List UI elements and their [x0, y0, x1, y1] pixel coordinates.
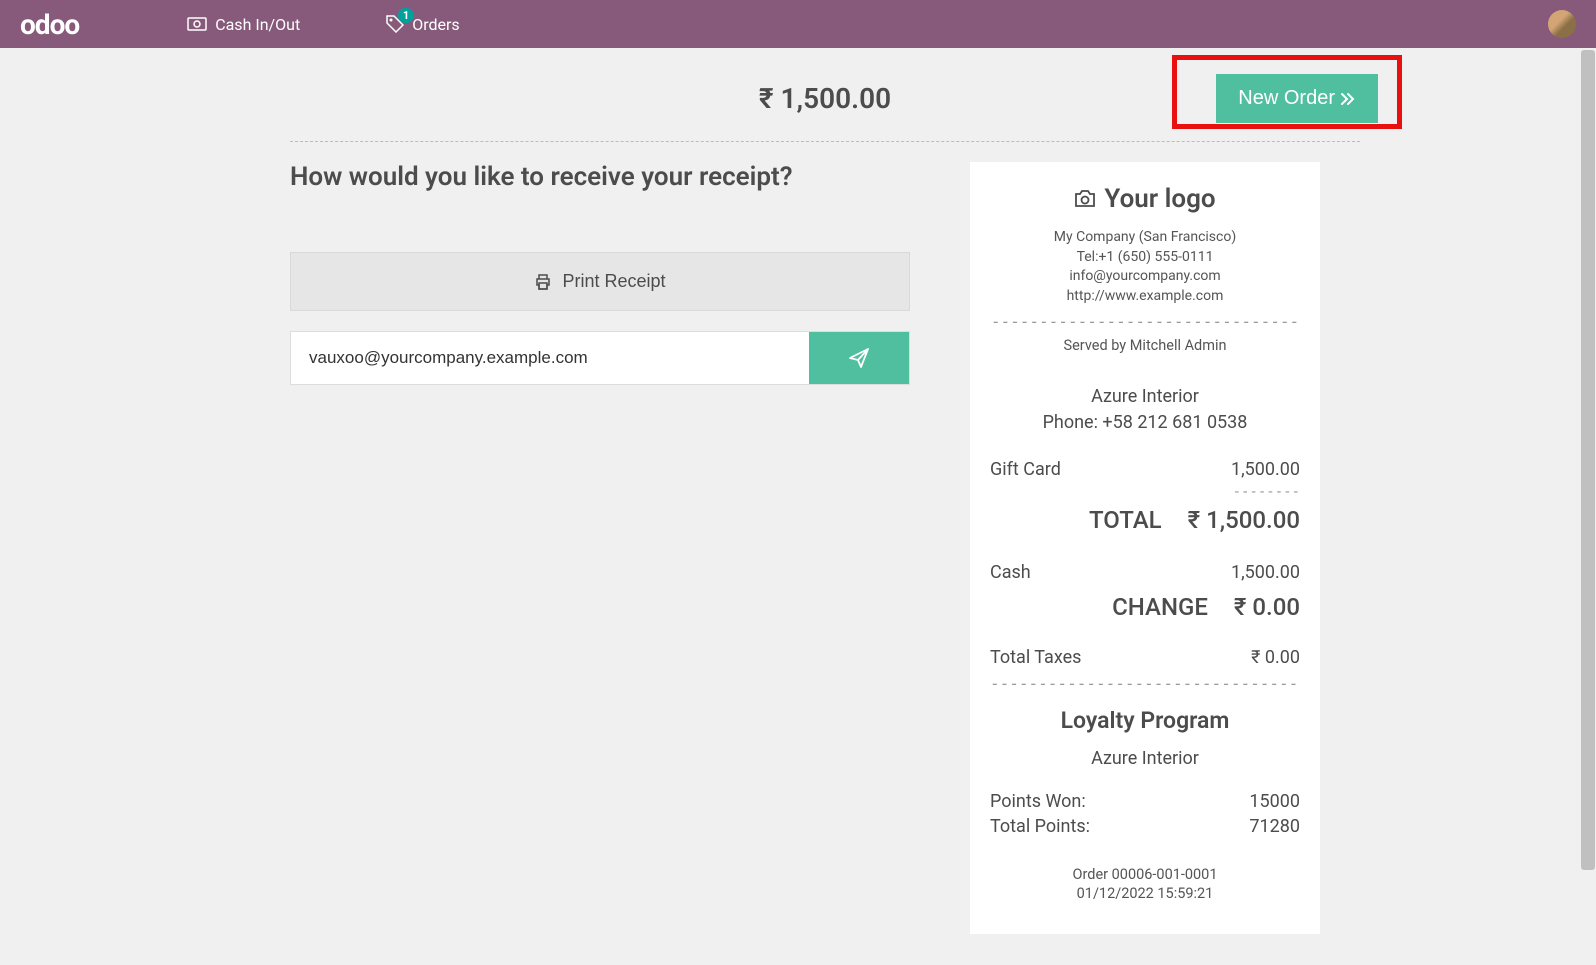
- points-won-label: Points Won:: [990, 791, 1086, 812]
- receipt-logo-text: Your logo: [1104, 184, 1215, 214]
- company-name: My Company (San Francisco): [990, 228, 1300, 248]
- cash-in-out-button[interactable]: Cash In/Out: [179, 11, 308, 38]
- tag-icon: 1: [386, 15, 404, 33]
- total-amount: ₹ 1,500.00 New Order: [290, 68, 1360, 142]
- odoo-logo[interactable]: odoo: [20, 8, 79, 41]
- receipt-logo: Your logo: [990, 184, 1300, 214]
- item-value: 1,500.00: [1231, 459, 1300, 480]
- print-label: Print Receipt: [562, 271, 665, 292]
- receipt-prompt-heading: How would you like to receive your recei…: [290, 162, 910, 192]
- change-label: CHANGE: [1112, 593, 1208, 621]
- new-order-button[interactable]: New Order: [1216, 74, 1378, 123]
- total-points-value: 71280: [1249, 816, 1300, 837]
- tender-label: Cash: [990, 562, 1031, 583]
- receipt-total: TOTAL ₹ 1,500.00: [990, 506, 1300, 534]
- paper-plane-icon: [848, 347, 870, 369]
- company-web: http://www.example.com: [990, 287, 1300, 307]
- total-points-label: Total Points:: [990, 816, 1090, 837]
- change-value: ₹ 0.00: [1234, 593, 1300, 621]
- customer-name: Azure Interior: [990, 384, 1300, 409]
- order-datetime: 01/12/2022 15:59:21: [990, 884, 1300, 904]
- chevron-double-right-icon: [1340, 91, 1356, 107]
- loyalty-title: Loyalty Program: [990, 707, 1300, 734]
- new-order-label: New Order: [1238, 87, 1335, 110]
- tender-value: 1,500.00: [1231, 562, 1300, 583]
- total-value: ₹ 1,500.00: [759, 82, 891, 115]
- receipt-taxes: Total Taxes ₹ 0.00: [990, 647, 1300, 668]
- customer-info: Azure Interior Phone: +58 212 681 0538: [990, 384, 1300, 434]
- receipt-change: CHANGE ₹ 0.00: [990, 593, 1300, 621]
- loyalty-customer: Azure Interior: [990, 748, 1300, 769]
- divider: --------------------------------------: [990, 674, 1300, 693]
- print-icon: [534, 273, 552, 291]
- divider-short: --------: [990, 484, 1300, 500]
- orders-button[interactable]: 1 Orders: [378, 11, 467, 38]
- orders-badge: 1: [398, 8, 414, 23]
- total-value: ₹ 1,500.00: [1188, 506, 1300, 534]
- receipt-tender: Cash 1,500.00: [990, 562, 1300, 583]
- receipt-preview: Your logo My Company (San Francisco) Tel…: [970, 162, 1320, 934]
- points-won-row: Points Won: 15000: [990, 791, 1300, 812]
- divider: --------------------------------: [990, 312, 1300, 331]
- points-won-value: 15000: [1249, 791, 1300, 812]
- top-navbar: odoo Cash In/Out 1 Orders: [0, 0, 1596, 48]
- send-email-button[interactable]: [809, 332, 909, 384]
- taxes-value: ₹ 0.00: [1251, 647, 1300, 668]
- company-tel: Tel:+1 (650) 555-0111: [990, 248, 1300, 268]
- receipt-line-item: Gift Card 1,500.00: [990, 459, 1300, 480]
- total-points-row: Total Points: 71280: [990, 816, 1300, 837]
- taxes-label: Total Taxes: [990, 647, 1081, 668]
- served-by: Served by Mitchell Admin: [990, 337, 1300, 354]
- company-email: info@yourcompany.com: [990, 267, 1300, 287]
- order-ref: Order 00006-001-0001: [990, 865, 1300, 885]
- receipt-header: My Company (San Francisco) Tel:+1 (650) …: [990, 228, 1300, 306]
- camera-icon: [1074, 190, 1096, 208]
- orders-label: Orders: [412, 15, 459, 34]
- avatar[interactable]: [1548, 10, 1576, 38]
- item-label: Gift Card: [990, 459, 1061, 480]
- total-label: TOTAL: [1089, 506, 1162, 534]
- email-input[interactable]: [291, 332, 809, 384]
- cash-label: Cash In/Out: [215, 15, 300, 34]
- print-receipt-button[interactable]: Print Receipt: [290, 252, 910, 311]
- customer-phone: Phone: +58 212 681 0538: [990, 410, 1300, 435]
- order-footer: Order 00006-001-0001 01/12/2022 15:59:21: [990, 865, 1300, 904]
- cash-icon: [187, 17, 207, 31]
